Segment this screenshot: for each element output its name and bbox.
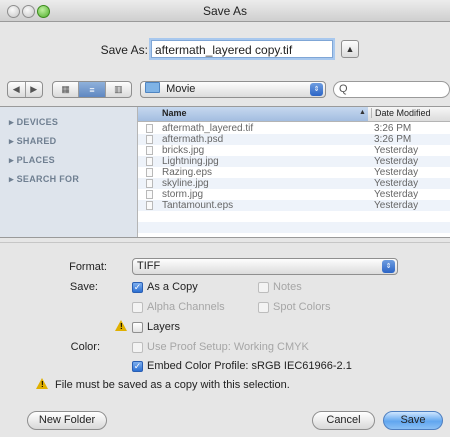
file-icon xyxy=(146,157,153,166)
file-icon xyxy=(146,201,153,210)
back-button[interactable]: ◀ xyxy=(8,82,26,97)
forward-button[interactable]: ▶ xyxy=(26,82,43,97)
format-label: Format: xyxy=(69,261,107,273)
date-modified-column-header[interactable]: Date Modified xyxy=(371,108,431,118)
save-options-label: Save: xyxy=(69,281,98,293)
icon-view-button[interactable]: ▦ xyxy=(53,82,80,97)
sidebar: ▸ DEVICES ▸ SHARED ▸ PLACES ▸ SEARCH FOR xyxy=(0,107,138,237)
copy-warning-message: File must be saved as a copy with this s… xyxy=(55,379,290,391)
notes-label: Notes xyxy=(273,281,302,293)
alpha-channels-checkbox[interactable] xyxy=(132,302,143,313)
window-title: Save As xyxy=(202,4,248,18)
as-a-copy-label: As a Copy xyxy=(147,281,198,293)
list-view-button[interactable]: ≡ xyxy=(79,82,106,97)
color-label: Color: xyxy=(70,341,100,353)
list-item[interactable]: storm.jpg Yesterday xyxy=(138,189,450,200)
file-browser: ▸ DEVICES ▸ SHARED ▸ PLACES ▸ SEARCH FOR… xyxy=(0,106,450,238)
notes-checkbox[interactable] xyxy=(258,282,269,293)
save-button[interactable]: Save xyxy=(383,411,443,430)
location-popup[interactable]: Movie ⇕ xyxy=(140,81,326,98)
alpha-channels-label: Alpha Channels xyxy=(147,301,225,313)
file-icon xyxy=(146,124,153,133)
cancel-button[interactable]: Cancel xyxy=(312,411,375,430)
list-header: Name ▲ Date Modified xyxy=(138,107,450,122)
list-item[interactable]: aftermath_layered.tif 3:26 PM xyxy=(138,123,450,134)
expand-dialog-button[interactable]: ▲ xyxy=(341,40,359,58)
sidebar-item-search-for[interactable]: ▸ SEARCH FOR xyxy=(9,174,79,185)
warning-icon: ! xyxy=(36,378,48,389)
updown-arrows-icon: ⇕ xyxy=(310,83,323,96)
divider xyxy=(0,242,450,243)
chevron-up-icon: ▲ xyxy=(345,44,355,54)
warning-icon: ! xyxy=(115,320,127,331)
search-field[interactable]: Q xyxy=(333,81,450,98)
sidebar-item-devices[interactable]: ▸ DEVICES xyxy=(9,117,58,128)
sidebar-item-places[interactable]: ▸ PLACES xyxy=(9,155,55,166)
file-icon xyxy=(146,146,153,155)
format-popup[interactable]: TIFF ⇕ xyxy=(132,258,398,275)
file-icon xyxy=(146,190,153,199)
sidebar-item-shared[interactable]: ▸ SHARED xyxy=(9,136,56,147)
new-folder-button[interactable]: New Folder xyxy=(27,411,107,430)
use-proof-setup-checkbox[interactable] xyxy=(132,342,143,353)
save-as-dialog: Save As Save As: aftermath_layered copy.… xyxy=(0,0,450,437)
location-label: Movie xyxy=(166,83,196,95)
back-forward-control: ◀ ▶ xyxy=(7,81,43,98)
embed-color-profile-label: Embed Color Profile: sRGB IEC61966-2.1 xyxy=(147,360,352,372)
file-icon xyxy=(146,179,153,188)
embed-color-profile-checkbox[interactable]: ✓ xyxy=(132,361,143,372)
column-view-button[interactable]: ▥ xyxy=(106,82,131,97)
as-a-copy-checkbox[interactable]: ✓ xyxy=(132,282,143,293)
title-bar: Save As xyxy=(0,0,450,22)
empty-list-area xyxy=(138,211,450,237)
sort-ascending-icon: ▲ xyxy=(359,109,366,116)
layers-label: Layers xyxy=(147,321,181,333)
layers-checkbox[interactable] xyxy=(132,322,143,333)
list-item[interactable]: Tantamount.eps Yesterday xyxy=(138,200,450,211)
list-item[interactable]: skyline.jpg Yesterday xyxy=(138,178,450,189)
search-icon: Q xyxy=(339,83,348,95)
view-mode-control: ▦ ≡ ▥ xyxy=(52,81,132,98)
folder-icon xyxy=(145,82,160,93)
spot-colors-checkbox[interactable] xyxy=(258,302,269,313)
list-item[interactable]: bricks.jpg Yesterday xyxy=(138,145,450,156)
file-icon xyxy=(146,135,153,144)
list-item[interactable]: aftermath.psd 3:26 PM xyxy=(138,134,450,145)
spot-colors-label: Spot Colors xyxy=(273,301,331,313)
name-column-label: Name xyxy=(162,108,187,118)
save-as-label: Save As: xyxy=(100,43,148,57)
updown-arrows-icon: ⇕ xyxy=(382,260,395,273)
file-icon xyxy=(146,168,153,177)
list-item[interactable]: Lightning.jpg Yesterday xyxy=(138,156,450,167)
use-proof-setup-label: Use Proof Setup: Working CMYK xyxy=(147,341,309,353)
filename-input[interactable]: aftermath_layered copy.tif xyxy=(151,40,333,58)
file-list: Name ▲ Date Modified aftermath_layered.t… xyxy=(138,107,450,237)
list-item[interactable]: Razing.eps Yesterday xyxy=(138,167,450,178)
format-value: TIFF xyxy=(137,260,161,272)
